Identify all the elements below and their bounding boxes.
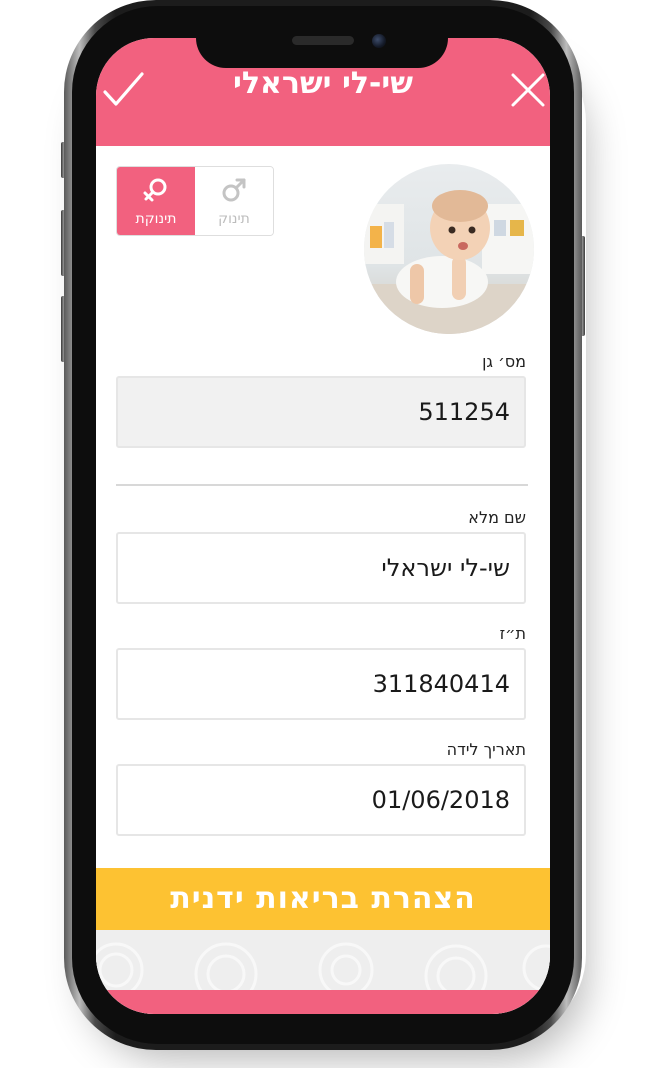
front-camera xyxy=(372,34,386,48)
gender-male-label: תינוק xyxy=(218,211,250,227)
id-number-label: ת״ז xyxy=(499,624,526,643)
app-screen: שי-לי ישראלי תינוקת תינוק מס׳ גן 511254 … xyxy=(96,38,550,1014)
gender-toggle: תינוקת תינוק xyxy=(116,166,274,236)
full-name-input[interactable]: שי-לי ישראלי xyxy=(116,532,526,604)
birth-date-input[interactable]: 01/06/2018 xyxy=(116,764,526,836)
avatar[interactable] xyxy=(364,164,534,334)
birth-date-label: תאריך לידה xyxy=(446,740,526,759)
footer-strip xyxy=(96,990,550,1014)
male-symbol-icon xyxy=(219,175,249,209)
close-icon[interactable] xyxy=(504,66,550,114)
gender-option-female[interactable]: תינוקת xyxy=(117,167,195,235)
health-declaration-button[interactable]: הצהרת בריאות ידנית xyxy=(96,868,550,930)
section-divider xyxy=(116,484,528,486)
decorative-pattern xyxy=(96,930,550,990)
gender-option-male[interactable]: תינוק xyxy=(195,167,273,235)
kindergarten-label: מס׳ גן xyxy=(482,352,526,371)
speaker-grille xyxy=(292,36,354,45)
phone-mockup: שי-לי ישראלי תינוקת תינוק מס׳ גן 511254 … xyxy=(0,0,672,1068)
phone-notch xyxy=(196,26,448,68)
full-name-label: שם מלא xyxy=(468,508,526,527)
id-number-input[interactable]: 311840414 xyxy=(116,648,526,720)
kindergarten-field: 511254 xyxy=(116,376,526,448)
female-symbol-icon xyxy=(141,175,171,209)
page-title: שי-לי ישראלי xyxy=(233,66,413,101)
gender-female-label: תינוקת xyxy=(135,211,177,227)
